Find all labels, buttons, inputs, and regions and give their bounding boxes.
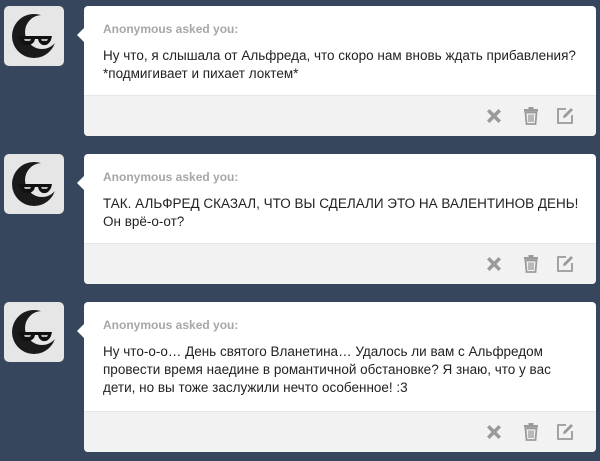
delete-button[interactable] [483,253,505,275]
ask-card: Anonymous asked you: Ну что-о-о… День св… [77,302,596,452]
asker-label: Anonymous asked you: [103,22,239,36]
close-icon [487,425,501,439]
trash-button[interactable] [520,253,542,275]
question-text: ТАК. АЛЬФРЕД СКАЗАЛ, ЧТО ВЫ СДЕЛАЛИ ЭТО … [103,196,579,229]
sunglasses-moon-avatar-icon [12,14,59,58]
delete-button[interactable] [483,105,505,127]
avatar[interactable] [4,154,64,214]
question-text: Ну что-о-о… День святого Вланетина… Удал… [103,344,551,395]
avatar[interactable] [4,302,64,362]
edit-icon [557,424,573,440]
avatar[interactable] [4,6,64,66]
close-icon [487,257,501,271]
edit-icon [557,108,573,124]
edit-button[interactable] [554,105,576,127]
post-footer [84,411,596,452]
edit-icon [557,256,573,272]
ask-card: Anonymous asked you: Ну что, я слышала о… [77,6,596,136]
question-text: Ну что, я слышала от Альфреда, что скоро… [103,48,576,81]
edit-button[interactable] [554,421,576,443]
asker-label: Anonymous asked you: [103,318,239,332]
delete-button[interactable] [483,421,505,443]
sunglasses-moon-avatar-icon [12,310,59,354]
trash-button[interactable] [520,105,542,127]
edit-button[interactable] [554,253,576,275]
trash-icon [524,255,538,273]
close-icon [487,109,501,123]
ask-card: Anonymous asked you: ТАК. АЛЬФРЕД СКАЗАЛ… [77,154,596,284]
asker-label: Anonymous asked you: [103,170,239,184]
trash-button[interactable] [520,421,542,443]
post-footer [84,95,596,136]
post-footer [84,243,596,284]
sunglasses-moon-avatar-icon [12,162,59,206]
trash-icon [524,423,538,441]
trash-icon [524,107,538,125]
